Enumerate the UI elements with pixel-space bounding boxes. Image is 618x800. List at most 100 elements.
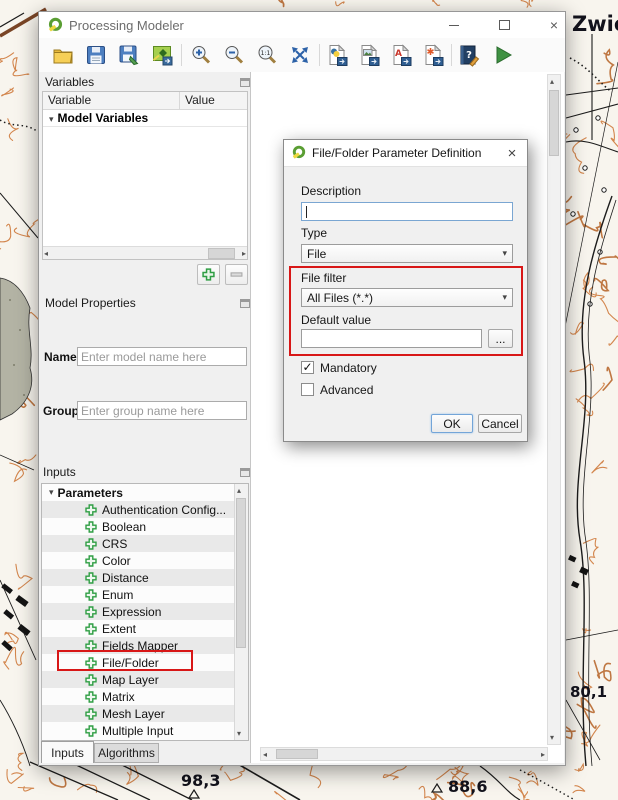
file-folder-parameter-dialog: File/Folder Parameter Definition × Descr… (283, 139, 528, 442)
pdf-file-icon: A (389, 43, 413, 67)
svg-text:?: ? (466, 50, 472, 61)
inputs-tree-item[interactable]: Expression (42, 603, 235, 620)
inputs-tree-item[interactable]: Boolean (42, 518, 235, 535)
type-dropdown[interactable]: File ▾ (301, 244, 513, 263)
dialog-close-icon[interactable]: × (501, 143, 523, 163)
float-panel-icon[interactable] (240, 468, 250, 477)
inputs-tree: ▾ Parameters Authentication Config... Bo… (41, 483, 249, 741)
add-parameter-icon (85, 691, 97, 703)
svg-text:1:1: 1:1 (261, 50, 271, 57)
add-variable-button[interactable] (197, 264, 220, 285)
map-label-elev-98: 98,3 (181, 771, 220, 790)
scrollbar-thumb[interactable] (549, 90, 559, 156)
save-model-in-project-button[interactable] (148, 41, 176, 69)
save-as-icon (117, 43, 141, 67)
scroll-down-icon[interactable]: ▾ (237, 729, 241, 738)
inputs-tree-item[interactable]: Color (42, 552, 235, 569)
project-map-icon (150, 43, 174, 67)
map-label-elev-80: 80,1 (570, 683, 607, 701)
variables-table: Variable Value ▾Model Variables ◂ ▸ (42, 91, 248, 260)
open-model-button[interactable] (49, 41, 77, 69)
zoom-actual-button[interactable]: 1:1 (253, 41, 281, 69)
edit-model-help-button[interactable]: ? (455, 41, 483, 69)
advanced-checkbox[interactable] (301, 383, 314, 396)
variables-panel-title: Variables (45, 75, 94, 89)
export-as-python-button[interactable] (323, 41, 351, 69)
parameters-root[interactable]: ▾ Parameters (42, 484, 235, 501)
zoom-full-button[interactable] (286, 41, 314, 69)
inputs-tree-item[interactable]: Map Layer (42, 671, 235, 688)
float-panel-icon[interactable] (240, 299, 250, 308)
tab-algorithms[interactable]: Algorithms (94, 743, 159, 763)
canvas-hscrollbar[interactable]: ◂ ▸ (260, 747, 548, 761)
expander-icon[interactable]: ▾ (49, 114, 54, 124)
minimize-button[interactable] (439, 15, 469, 35)
window-title: Processing Modeler (69, 18, 184, 33)
inputs-tree-item[interactable]: Matrix (42, 688, 235, 705)
map-label-elev-88: 88,6 (448, 777, 487, 796)
description-input[interactable] (301, 202, 513, 221)
inputs-tree-item[interactable]: Enum (42, 586, 235, 603)
inputs-tree-item[interactable]: Distance (42, 569, 235, 586)
export-as-pdf-button[interactable]: A (387, 41, 415, 69)
run-model-button[interactable] (489, 41, 517, 69)
zoom-in-icon (189, 43, 213, 67)
scroll-right-icon[interactable]: ▸ (242, 249, 246, 258)
scroll-up-icon[interactable]: ▴ (550, 77, 554, 86)
inputs-tree-item[interactable]: Multiple Input (42, 722, 235, 739)
scroll-up-icon[interactable]: ▴ (237, 486, 241, 495)
tab-inputs[interactable]: Inputs (41, 741, 94, 763)
inputs-tree-item[interactable]: Extent (42, 620, 235, 637)
save-model-button[interactable] (82, 41, 110, 69)
add-parameter-icon (85, 521, 97, 533)
ok-button[interactable]: OK (431, 414, 473, 433)
mandatory-label: Mandatory (320, 361, 377, 375)
add-parameter-icon (85, 589, 97, 601)
scroll-left-icon[interactable]: ◂ (44, 249, 48, 258)
export-as-image-button[interactable] (355, 41, 383, 69)
add-parameter-icon (85, 538, 97, 550)
window-titlebar: Processing Modeler × (39, 12, 565, 39)
inputs-tree-item[interactable]: Mesh Layer (42, 705, 235, 722)
cancel-button[interactable]: Cancel (478, 414, 522, 433)
zoom-in-button[interactable] (187, 41, 215, 69)
zoom-out-button[interactable] (220, 41, 248, 69)
scrollbar-thumb[interactable] (208, 248, 235, 259)
float-panel-icon[interactable] (240, 78, 250, 87)
mandatory-checkbox[interactable]: ✓ (301, 361, 314, 374)
add-parameter-icon (85, 504, 97, 516)
save-model-as-button[interactable] (115, 41, 143, 69)
model-group-input[interactable] (77, 401, 247, 420)
toolbar: 1:1 (39, 38, 565, 72)
scrollbar-thumb[interactable] (276, 749, 318, 759)
add-parameter-icon (85, 606, 97, 618)
remove-variable-button[interactable] (225, 264, 248, 285)
inputs-vscrollbar[interactable]: ▴ ▾ (234, 484, 248, 740)
model-variables-root[interactable]: ▾Model Variables (43, 110, 247, 127)
save-icon (84, 43, 108, 67)
maximize-button[interactable] (489, 15, 519, 35)
image-file-icon (357, 43, 381, 67)
variable-column-header[interactable]: Variable (43, 92, 180, 109)
model-name-input[interactable] (77, 347, 247, 366)
toolbar-separator (181, 44, 182, 66)
scroll-down-icon[interactable]: ▾ (550, 733, 554, 742)
expander-icon[interactable]: ▾ (49, 487, 54, 498)
inputs-tree-item[interactable]: Authentication Config... (42, 501, 235, 518)
help-book-icon: ? (457, 43, 481, 67)
zoom-full-icon (288, 43, 312, 67)
variables-hscrollbar[interactable]: ◂ ▸ (43, 246, 247, 259)
close-button[interactable]: × (539, 15, 569, 35)
add-parameter-icon (85, 725, 97, 737)
scroll-right-icon[interactable]: ▸ (541, 750, 545, 759)
inputs-tree-item[interactable]: CRS (42, 535, 235, 552)
value-column-header[interactable]: Value (180, 92, 247, 109)
scroll-left-icon[interactable]: ◂ (263, 750, 267, 759)
plus-icon (202, 268, 215, 281)
canvas-vscrollbar[interactable]: ▴ ▾ (547, 74, 561, 745)
scrollbar-thumb[interactable] (236, 498, 246, 648)
name-label: Name (44, 350, 77, 364)
export-as-svg-button[interactable] (419, 41, 447, 69)
qgis-logo-icon (47, 17, 64, 34)
add-parameter-icon (85, 674, 97, 686)
